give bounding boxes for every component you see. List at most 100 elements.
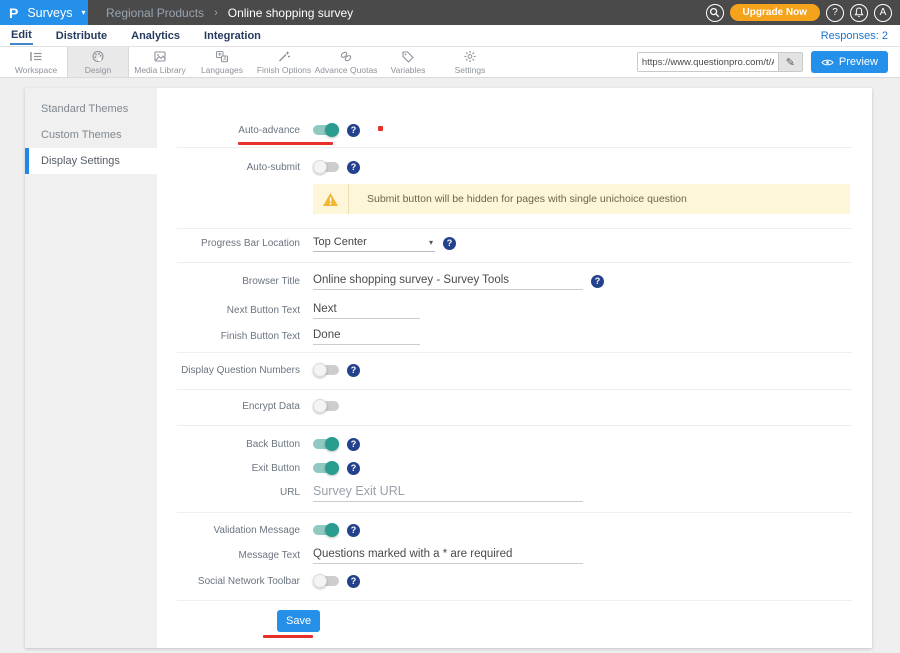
toolbar-item-design[interactable]: Design xyxy=(67,47,129,77)
sidebar-item-standard-themes[interactable]: Standard Themes xyxy=(25,96,157,122)
sidebar-item-display-settings[interactable]: Display Settings xyxy=(25,148,157,174)
exit-button-help-icon[interactable]: ? xyxy=(347,462,360,475)
bell-icon xyxy=(854,7,864,18)
sidebar-item-custom-themes[interactable]: Custom Themes xyxy=(25,122,157,148)
auto-submit-label: Auto-submit xyxy=(157,162,300,173)
next-button-text-input[interactable] xyxy=(313,301,420,319)
preview-label: Preview xyxy=(839,56,878,68)
toggle-knob xyxy=(325,437,339,451)
display-question-numbers-help-icon[interactable]: ? xyxy=(347,364,360,377)
eye-icon xyxy=(821,58,834,67)
exit-url-input[interactable] xyxy=(313,482,583,502)
auto-advance-help-icon[interactable]: ? xyxy=(347,124,360,137)
design-toolbar: Workspace Design Media Library A Languag… xyxy=(0,47,900,78)
upgrade-now-button[interactable]: Upgrade Now xyxy=(730,4,820,21)
progress-bar-help-icon[interactable]: ? xyxy=(443,237,456,250)
back-button-help-icon[interactable]: ? xyxy=(347,438,360,451)
setting-row-browser-title: Browser Title ? xyxy=(157,269,872,293)
questionpro-logo-icon: P xyxy=(9,5,18,21)
validation-message-help-icon[interactable]: ? xyxy=(347,524,360,537)
toolbar-item-label: Languages xyxy=(201,65,243,75)
tab-edit[interactable]: Edit xyxy=(10,27,33,45)
tab-integration[interactable]: Integration xyxy=(203,28,262,44)
notifications-button[interactable] xyxy=(850,4,868,22)
message-text-input[interactable] xyxy=(313,546,583,564)
annotation-red-underline xyxy=(263,635,313,638)
auto-submit-toggle[interactable] xyxy=(313,162,339,172)
toolbar-right: ✎ Preview xyxy=(637,47,900,77)
save-button[interactable]: Save xyxy=(277,610,320,632)
brand-menu[interactable]: P Surveys ▾ xyxy=(0,0,88,25)
survey-url-input[interactable] xyxy=(638,53,778,71)
help-button[interactable]: ? xyxy=(826,4,844,22)
display-question-numbers-label: Display Question Numbers xyxy=(157,365,300,376)
edit-url-pencil-icon[interactable]: ✎ xyxy=(778,53,802,71)
toolbar-item-advance-quotas[interactable]: Advance Quotas xyxy=(315,47,377,77)
gear-icon xyxy=(463,50,477,63)
toolbar-item-label: Advance Quotas xyxy=(315,65,378,75)
auto-advance-toggle[interactable] xyxy=(313,125,339,135)
settings-content: Auto-advance ? Auto-submit ? xyxy=(157,88,872,648)
main-area: Standard Themes Custom Themes Display Se… xyxy=(0,78,900,648)
validation-message-toggle[interactable] xyxy=(313,525,339,535)
setting-row-exit-button: Exit Button ? xyxy=(157,456,872,480)
validation-message-label: Validation Message xyxy=(157,525,300,536)
section-divider xyxy=(177,147,852,148)
annotation-red-underline xyxy=(238,142,333,145)
toolbar-item-settings[interactable]: Settings xyxy=(439,47,501,77)
setting-row-exit-url: URL xyxy=(157,480,872,504)
message-text-label: Message Text xyxy=(157,550,300,561)
chain-links-icon xyxy=(339,50,353,63)
product-name: Surveys xyxy=(27,6,72,20)
save-row: Save xyxy=(277,610,872,646)
setting-row-auto-submit: Auto-submit ? xyxy=(157,155,872,179)
toolbar-item-media-library[interactable]: Media Library xyxy=(129,47,191,77)
encrypt-data-label: Encrypt Data xyxy=(157,401,300,412)
chevron-down-icon: ▾ xyxy=(82,8,86,17)
breadcrumb-parent[interactable]: Regional Products xyxy=(106,6,204,20)
setting-row-encrypt-data: Encrypt Data xyxy=(157,394,872,418)
dropdown-caret-icon: ▾ xyxy=(429,238,433,247)
toggle-knob xyxy=(313,160,327,174)
section-divider xyxy=(177,600,852,601)
avatar[interactable]: A xyxy=(874,4,892,22)
display-question-numbers-toggle[interactable] xyxy=(313,365,339,375)
encrypt-data-toggle[interactable] xyxy=(313,401,339,411)
browser-title-help-icon[interactable]: ? xyxy=(591,275,604,288)
toolbar-item-variables[interactable]: Variables xyxy=(377,47,439,77)
breadcrumb: Regional Products › Online shopping surv… xyxy=(106,0,353,25)
submit-hidden-warning: Submit button will be hidden for pages w… xyxy=(313,184,850,214)
toolbar-item-label: Settings xyxy=(455,65,486,75)
finish-button-text-input[interactable] xyxy=(313,327,420,345)
search-button[interactable] xyxy=(706,4,724,22)
social-network-toolbar-toggle[interactable] xyxy=(313,576,339,586)
social-network-toolbar-label: Social Network Toolbar xyxy=(157,576,300,587)
image-icon xyxy=(153,50,167,63)
annotation-red-dot xyxy=(378,126,383,131)
section-divider xyxy=(177,389,852,390)
selected-option: Top Center xyxy=(313,236,367,248)
setting-row-next-button-text: Next Button Text xyxy=(157,298,872,322)
exit-button-toggle[interactable] xyxy=(313,463,339,473)
setting-row-progress-bar-location: Progress Bar Location Top Center ▾ ? xyxy=(157,231,872,255)
progress-bar-location-select[interactable]: Top Center ▾ xyxy=(313,234,435,252)
toolbar-item-languages[interactable]: A Languages xyxy=(191,47,253,77)
preview-button[interactable]: Preview xyxy=(811,51,888,73)
section-divider xyxy=(177,512,852,513)
next-button-text-label: Next Button Text xyxy=(157,305,300,316)
back-button-toggle[interactable] xyxy=(313,439,339,449)
tab-analytics[interactable]: Analytics xyxy=(130,28,181,44)
toggle-knob xyxy=(313,574,327,588)
toolbar-item-finish-options[interactable]: Finish Options xyxy=(253,47,315,77)
tab-distribute[interactable]: Distribute xyxy=(55,28,108,44)
auto-advance-label: Auto-advance xyxy=(157,125,300,136)
responses-count[interactable]: Responses: 2 xyxy=(821,30,888,42)
toolbar-item-workspace[interactable]: Workspace xyxy=(5,47,67,77)
auto-submit-help-icon[interactable]: ? xyxy=(347,161,360,174)
social-network-toolbar-help-icon[interactable]: ? xyxy=(347,575,360,588)
browser-title-input[interactable] xyxy=(313,272,583,290)
header-actions: Upgrade Now ? A xyxy=(706,0,900,25)
palette-icon xyxy=(91,50,105,63)
warning-text: Submit button will be hidden for pages w… xyxy=(349,193,687,205)
setting-row-social-network-toolbar: Social Network Toolbar ? xyxy=(157,569,872,593)
